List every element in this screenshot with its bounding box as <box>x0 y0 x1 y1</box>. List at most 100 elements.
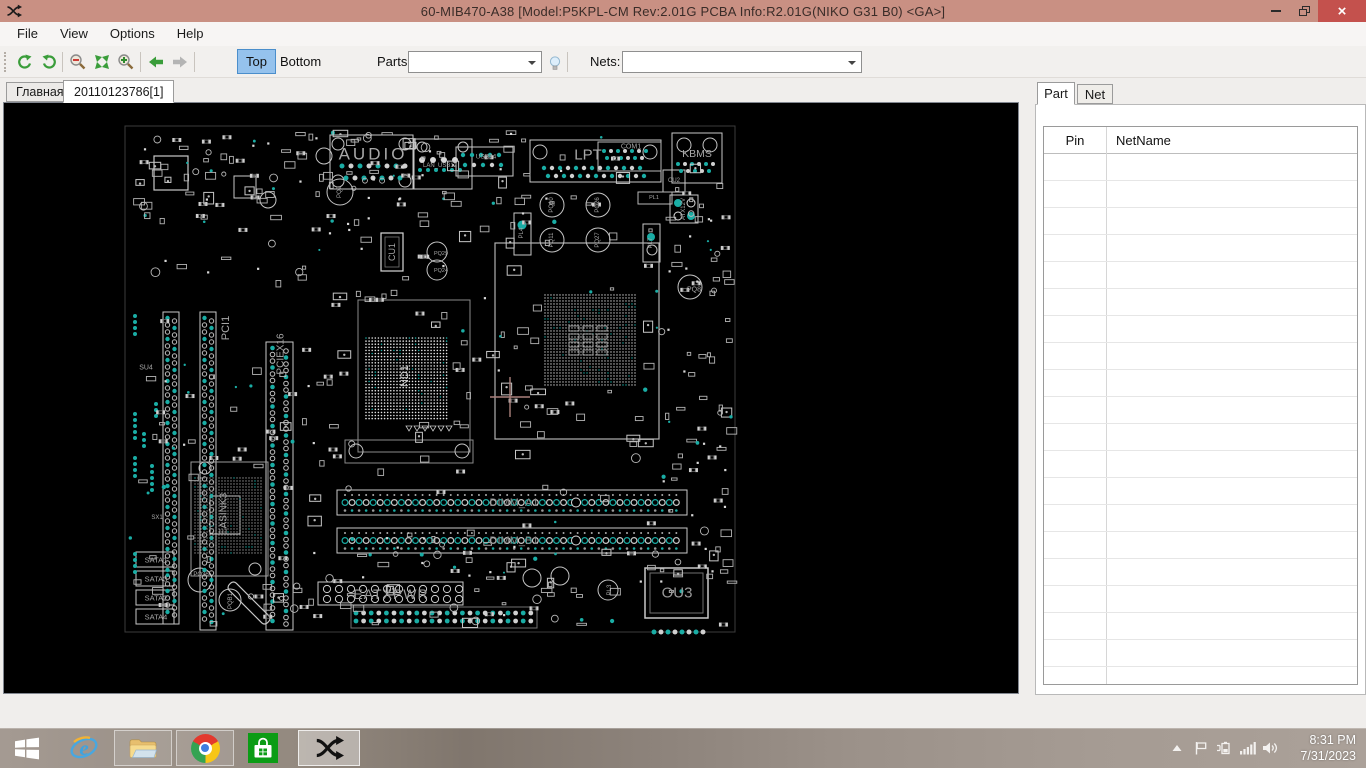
tray-date: 7/31/2023 <box>1300 749 1356 763</box>
table-row <box>1044 397 1357 424</box>
menu-file[interactable]: File <box>6 22 49 46</box>
svg-text:PQ26: PQ26 <box>595 197 601 213</box>
taskbar-app-file-explorer-icon[interactable] <box>114 730 172 766</box>
close-button[interactable]: × <box>1318 0 1366 22</box>
document-tab-bar: Главная 20110123786[1] <box>0 78 1366 103</box>
zoom-out-icon[interactable] <box>66 50 90 74</box>
rotate-cw-icon[interactable] <box>38 50 62 74</box>
document-tab-active[interactable]: 20110123786[1] <box>63 80 175 103</box>
table-row <box>1044 343 1357 370</box>
svg-text:SATA1: SATA1 <box>145 556 168 565</box>
svg-text:PCIEX16: PCIEX16 <box>276 333 287 375</box>
svg-text:PQ8: PQ8 <box>687 287 701 294</box>
svg-text:ATX12V: ATX12V <box>681 198 687 220</box>
svg-text:PQ36: PQ36 <box>193 572 209 578</box>
pcb-board-view[interactable]: AUDIO LAN_USB12 USB34 LPT COM1 KBMS CU2 PL1 ATX1… <box>4 104 1018 693</box>
svg-text:LPT: LPT <box>574 147 602 164</box>
app-window: 60-MIB470-A38 [Model:P5KPL-CM Rev:2.01G … <box>0 0 1366 728</box>
table-row <box>1044 559 1357 586</box>
table-row <box>1044 613 1357 640</box>
table-row <box>1044 478 1357 505</box>
svg-text:CU1: CU1 <box>387 243 397 261</box>
menu-help[interactable]: Help <box>166 22 215 46</box>
svg-text:EASINK3: EASINK3 <box>219 492 230 535</box>
table-row <box>1044 208 1357 235</box>
table-row <box>1044 262 1357 289</box>
svg-text:e: e <box>79 736 88 760</box>
table-row <box>1044 640 1357 667</box>
svg-text:AUDIO: AUDIO <box>339 145 408 164</box>
title-bar: 60-MIB470-A38 [Model:P5KPL-CM Rev:2.01G … <box>0 0 1366 22</box>
menu-view[interactable]: View <box>49 22 99 46</box>
svg-text:EATXPWR: EATXPWR <box>353 586 428 602</box>
menu-options[interactable]: Options <box>99 22 166 46</box>
svg-text:KBMS: KBMS <box>682 148 712 160</box>
nav-forward-icon[interactable] <box>168 50 192 74</box>
menu-bar: File View Options Help <box>0 22 1366 46</box>
parts-combobox[interactable] <box>408 51 542 73</box>
nets-combobox[interactable] <box>622 51 862 73</box>
board-canvas[interactable]: AUDIO LAN_USB12 USB34 LPT COM1 KBMS CU2 PL1 ATX1… <box>3 102 1019 694</box>
minimize-button[interactable] <box>1262 0 1290 22</box>
table-row <box>1044 451 1357 478</box>
nets-label: Nets: <box>590 54 621 69</box>
screen: 60-MIB470-A38 [Model:P5KPL-CM Rev:2.01G … <box>0 0 1366 768</box>
svg-text:PQ9: PQ9 <box>337 185 343 198</box>
side-tab-part[interactable]: Part <box>1037 82 1075 105</box>
rotate-ccw-icon[interactable] <box>12 50 36 74</box>
table-row <box>1044 235 1357 262</box>
side-tab-net[interactable]: Net <box>1077 84 1113 104</box>
table-row <box>1044 370 1357 397</box>
svg-text:CU2: CU2 <box>668 178 681 184</box>
chevron-down-icon <box>528 61 536 65</box>
taskbar-app-windows-store-icon[interactable] <box>246 730 280 766</box>
parts-label: Parts: <box>377 54 411 69</box>
svg-text:PCI1: PCI1 <box>220 316 232 340</box>
taskbar-app-internet-explorer-icon[interactable]: e <box>62 730 106 766</box>
svg-text:SATA3: SATA3 <box>145 575 168 584</box>
zoom-in-icon[interactable] <box>114 50 138 74</box>
restore-button[interactable] <box>1290 0 1318 22</box>
svg-text:PL3: PL3 <box>607 584 613 595</box>
table-header: Pin NetName <box>1044 127 1357 154</box>
column-header-netname[interactable]: NetName <box>1116 127 1171 154</box>
svg-text:LAN_USB12: LAN_USB12 <box>423 163 458 169</box>
action-center-flag-icon[interactable] <box>1190 728 1212 768</box>
show-hidden-chevron-icon[interactable] <box>1166 728 1188 768</box>
taskbar-app-boardviewer-icon[interactable] <box>298 730 360 766</box>
start-button[interactable] <box>6 732 48 764</box>
toolbar-grip[interactable] <box>4 52 7 72</box>
svg-text:PL1: PL1 <box>649 195 659 201</box>
svg-text:PQ29: PQ29 <box>434 251 448 257</box>
window-title: 60-MIB470-A38 [Model:P5KPL-CM Rev:2.01G … <box>420 3 946 19</box>
power-battery-icon[interactable] <box>1213 728 1235 768</box>
taskbar-app-chrome-icon[interactable] <box>176 730 234 766</box>
table-row <box>1044 289 1357 316</box>
svg-text:ND1: ND1 <box>399 365 411 387</box>
chevron-down-icon <box>848 61 856 65</box>
taskbar-clock[interactable]: 8:31 PM 7/31/2023 <box>1278 732 1356 764</box>
svg-text:USB34: USB34 <box>476 154 497 161</box>
column-header-pin[interactable]: Pin <box>1044 127 1106 154</box>
table-body <box>1044 154 1357 684</box>
pin-net-table: Pin NetName <box>1043 126 1358 685</box>
svg-text:PQ27: PQ27 <box>595 232 601 248</box>
table-row <box>1044 424 1357 451</box>
highlight-bulb-icon[interactable] <box>543 51 567 75</box>
svg-text:DIMM_B1: DIMM_B1 <box>490 535 539 547</box>
nav-back-icon[interactable] <box>144 50 168 74</box>
svg-text:DIMM_A1: DIMM_A1 <box>490 497 539 509</box>
svg-text:SATA4: SATA4 <box>145 613 168 622</box>
svg-text:SU4: SU4 <box>139 365 153 372</box>
network-signal-icon[interactable] <box>1237 728 1259 768</box>
volume-speaker-icon[interactable] <box>1259 728 1281 768</box>
zoom-fit-icon[interactable] <box>90 50 114 74</box>
chrome-ball <box>190 733 220 763</box>
table-row <box>1044 316 1357 343</box>
svg-text:SX1: SX1 <box>151 515 163 521</box>
bottom-layer-button[interactable]: Bottom <box>272 49 329 74</box>
tray-time: 8:31 PM <box>1309 733 1356 747</box>
svg-text:COM1: COM1 <box>621 144 641 151</box>
top-layer-button[interactable]: Top <box>237 49 276 74</box>
svg-text:PL7: PL7 <box>648 237 654 248</box>
